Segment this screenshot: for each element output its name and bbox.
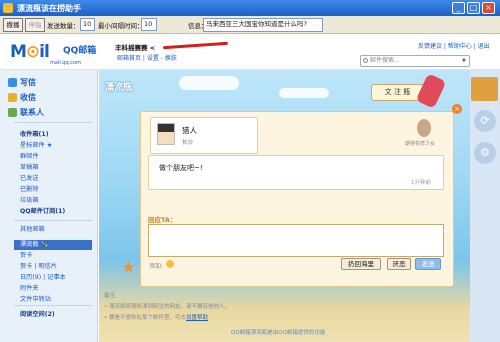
cloud-decoration: [179, 76, 239, 90]
starfish-icon: ★: [121, 258, 137, 278]
sidebar-item[interactable]: 日历(9) | 记事本: [20, 273, 66, 283]
divider: [14, 305, 92, 306]
sidebar-item[interactable]: 草稿箱: [20, 163, 39, 173]
sender-location: 长沙: [182, 140, 194, 146]
sidebar-item[interactable]: 垃圾箱: [20, 196, 39, 206]
min-interval-label: 最小间隔时间：: [98, 22, 144, 30]
remark-1: • 漂流瓶将随机漂到陌生的网友，请不要轻信他人。: [104, 304, 230, 310]
remarks-title: 备注: [104, 293, 116, 299]
right-rail: ⟳ ⚙: [470, 70, 500, 342]
throw-back-button[interactable]: 扔回海里: [341, 258, 381, 270]
peer-avatar: [417, 119, 431, 137]
chevron-down-icon[interactable]: ▼: [462, 58, 466, 64]
bottle-box-button[interactable]: 文 注 瓶: [371, 84, 424, 101]
sidebar-item[interactable]: 星标邮件 ★: [20, 141, 52, 151]
minimize-button[interactable]: _: [452, 2, 465, 14]
footer-text: QQ邮箱漂流瓶是由QQ邮箱提供的功能: [231, 330, 326, 336]
maximize-button[interactable]: □: [467, 2, 480, 14]
scene-title: 漂流瓶: [105, 83, 133, 93]
contacts-button[interactable]: 联系人: [6, 106, 64, 119]
send-count-input[interactable]: 10: [80, 18, 95, 31]
divider: [14, 220, 92, 221]
inbox-button[interactable]: 收信: [6, 91, 64, 104]
message-input[interactable]: 马来西亚三大国宝你知道是什么吗?: [203, 18, 323, 32]
tool-strip: 撒播 停指 发送数量： 10 最小间隔时间： 10 信息： 马来西亚三大国宝你知…: [0, 16, 500, 34]
close-button[interactable]: ×: [482, 2, 495, 14]
sidebar-item[interactable]: 贺卡: [20, 251, 32, 261]
smiley-icon[interactable]: [166, 260, 174, 268]
header-sub-links[interactable]: 邮箱首页 | 设置 - 换肤: [117, 53, 177, 62]
sender-name: 猎人: [182, 126, 197, 135]
report-button[interactable]: 厌恶: [387, 258, 411, 270]
search-icon: [363, 58, 368, 63]
add-label: 添加:: [149, 263, 164, 270]
window-title: 漂流瓶该在捞助手: [17, 4, 81, 13]
stop-button[interactable]: 停指: [25, 18, 45, 32]
reply-textarea[interactable]: [148, 224, 444, 257]
sidebar-item[interactable]: 群邮件: [20, 152, 39, 162]
compose-button[interactable]: 写信: [6, 76, 64, 89]
logo-letters: il: [39, 42, 50, 62]
refresh-icon[interactable]: ⟳: [474, 110, 496, 132]
message-time: 1分钟前: [411, 180, 431, 186]
header-top-links[interactable]: 反馈建议 | 帮助中心 | 退出: [418, 41, 490, 50]
compose-label: 写信: [20, 78, 36, 87]
sender-card[interactable]: 猎人 长沙: [150, 117, 258, 154]
gear-icon[interactable]: ⚙: [474, 142, 496, 164]
sidebar-item[interactable]: 文件中转站: [20, 295, 51, 305]
user-name: 丰科摇赛赛 <: [115, 44, 156, 52]
window-titlebar: 漂流瓶该在捞助手 _ □ ×: [0, 0, 500, 16]
app-icon: [3, 3, 13, 13]
remarks: 备注 • 漂流瓶将随机漂到陌生的网友，请不要轻信他人。 • 要是不想你在某个邮件…: [104, 291, 230, 324]
min-interval-input[interactable]: 10: [141, 18, 157, 31]
logo-domain: mail.qq.com: [50, 60, 81, 66]
send-button[interactable]: 发送: [415, 258, 441, 270]
message-box: 做个朋友吧~! 1分钟前: [148, 155, 444, 190]
mail-header: M⊙il QQ邮箱 mail.qq.com 丰科摇赛赛 < 邮箱首页 | 设置 …: [0, 34, 500, 70]
bottle-icon: [415, 73, 447, 109]
remark-2: • 要是不想你在某个邮件里，可去设置帮助: [104, 313, 230, 324]
divider: [14, 122, 92, 123]
remark-2-text: • 要是不想你在某个邮件里，可去: [104, 315, 186, 321]
logo-qq-text: QQ邮箱: [63, 46, 97, 56]
sidebar-item[interactable]: QQ邮件订阅(1): [20, 207, 65, 217]
sidebar-item[interactable]: 附件夹: [20, 284, 39, 294]
user-avatar[interactable]: [471, 77, 498, 101]
bottle-card: 猎人 长沙 期待花样少女 做个朋友吧~! 1分钟前 回应TA： 添加: 扔回海里…: [140, 111, 454, 287]
start-button[interactable]: 撒播: [3, 18, 23, 32]
drift-bottle-scene: 漂流瓶 文 注 瓶 × ★ 猎人 长沙 期待花样少女 做个朋友吧~! 1分钟前 …: [99, 70, 470, 342]
settings-help-link[interactable]: 设置帮助: [186, 315, 208, 321]
contacts-label: 联系人: [20, 108, 44, 117]
send-count-label: 发送数量：: [47, 22, 80, 30]
cloud-decoration: [279, 88, 329, 98]
sidebar-item[interactable]: 其他邮箱: [20, 225, 45, 235]
sidebar-item[interactable]: 已删除: [20, 185, 39, 195]
logo-o: ⊙: [25, 42, 40, 62]
qq-mail-logo[interactable]: M⊙il: [10, 42, 50, 62]
message-text: 做个朋友吧~!: [159, 164, 203, 172]
sidebar-item[interactable]: 漂流瓶 🍾: [14, 240, 92, 250]
contacts-icon: [8, 108, 17, 117]
inbox-label: 收信: [20, 93, 36, 102]
compose-icon: [8, 78, 17, 87]
sidebar-item[interactable]: 收件箱(1): [20, 130, 49, 140]
sidebar-item[interactable]: 阅读空间(2): [20, 310, 55, 320]
sidebar-item[interactable]: 贺卡 | 明信片: [20, 262, 57, 272]
sidebar-item[interactable]: 已发送: [20, 174, 39, 184]
mail-search-input[interactable]: 邮件搜索...: [360, 55, 470, 67]
logo-letter: M: [10, 42, 27, 62]
inbox-icon: [8, 93, 17, 102]
avatar: [157, 123, 175, 145]
peer-label: 期待花样少女: [405, 141, 436, 147]
reply-header: 回应TA：: [148, 216, 177, 224]
redacted-email-mark: [162, 41, 229, 50]
mail-sidebar: 写信 收信 联系人 收件箱(1) 星标邮件 ★ 群邮件 草稿箱 已发送 已删除 垃圾箱 QQ邮…: [0, 70, 98, 342]
